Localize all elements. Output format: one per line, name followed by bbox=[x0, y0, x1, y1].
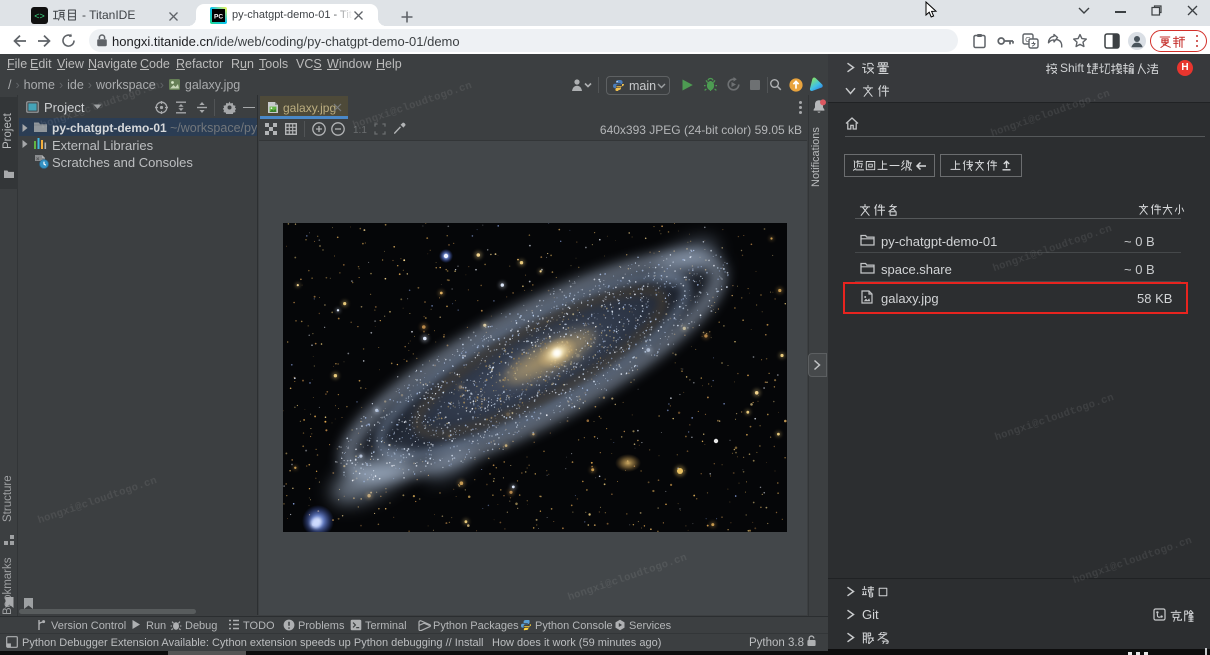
svg-text:PC: PC bbox=[214, 14, 223, 21]
svg-text:<>: <> bbox=[34, 11, 45, 21]
